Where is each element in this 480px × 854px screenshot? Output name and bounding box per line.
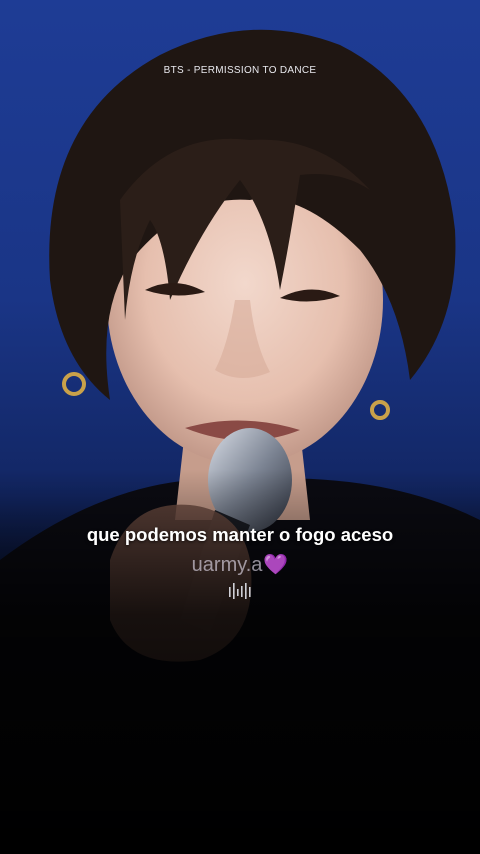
audio-waveform-icon [229,583,251,599]
watermark-text: uarmy.a [191,554,263,576]
watermark: uarmy.a💜 [0,552,480,577]
video-frame[interactable]: BTS - PERMISSION TO DANCE que podemos ma… [0,0,480,854]
singer-photo [0,0,480,854]
song-title: BTS - PERMISSION TO DANCE [163,65,317,76]
purple-heart-icon: 💜 [263,554,289,576]
lyric-caption: que podemos manter o fogo aceso [86,524,394,545]
